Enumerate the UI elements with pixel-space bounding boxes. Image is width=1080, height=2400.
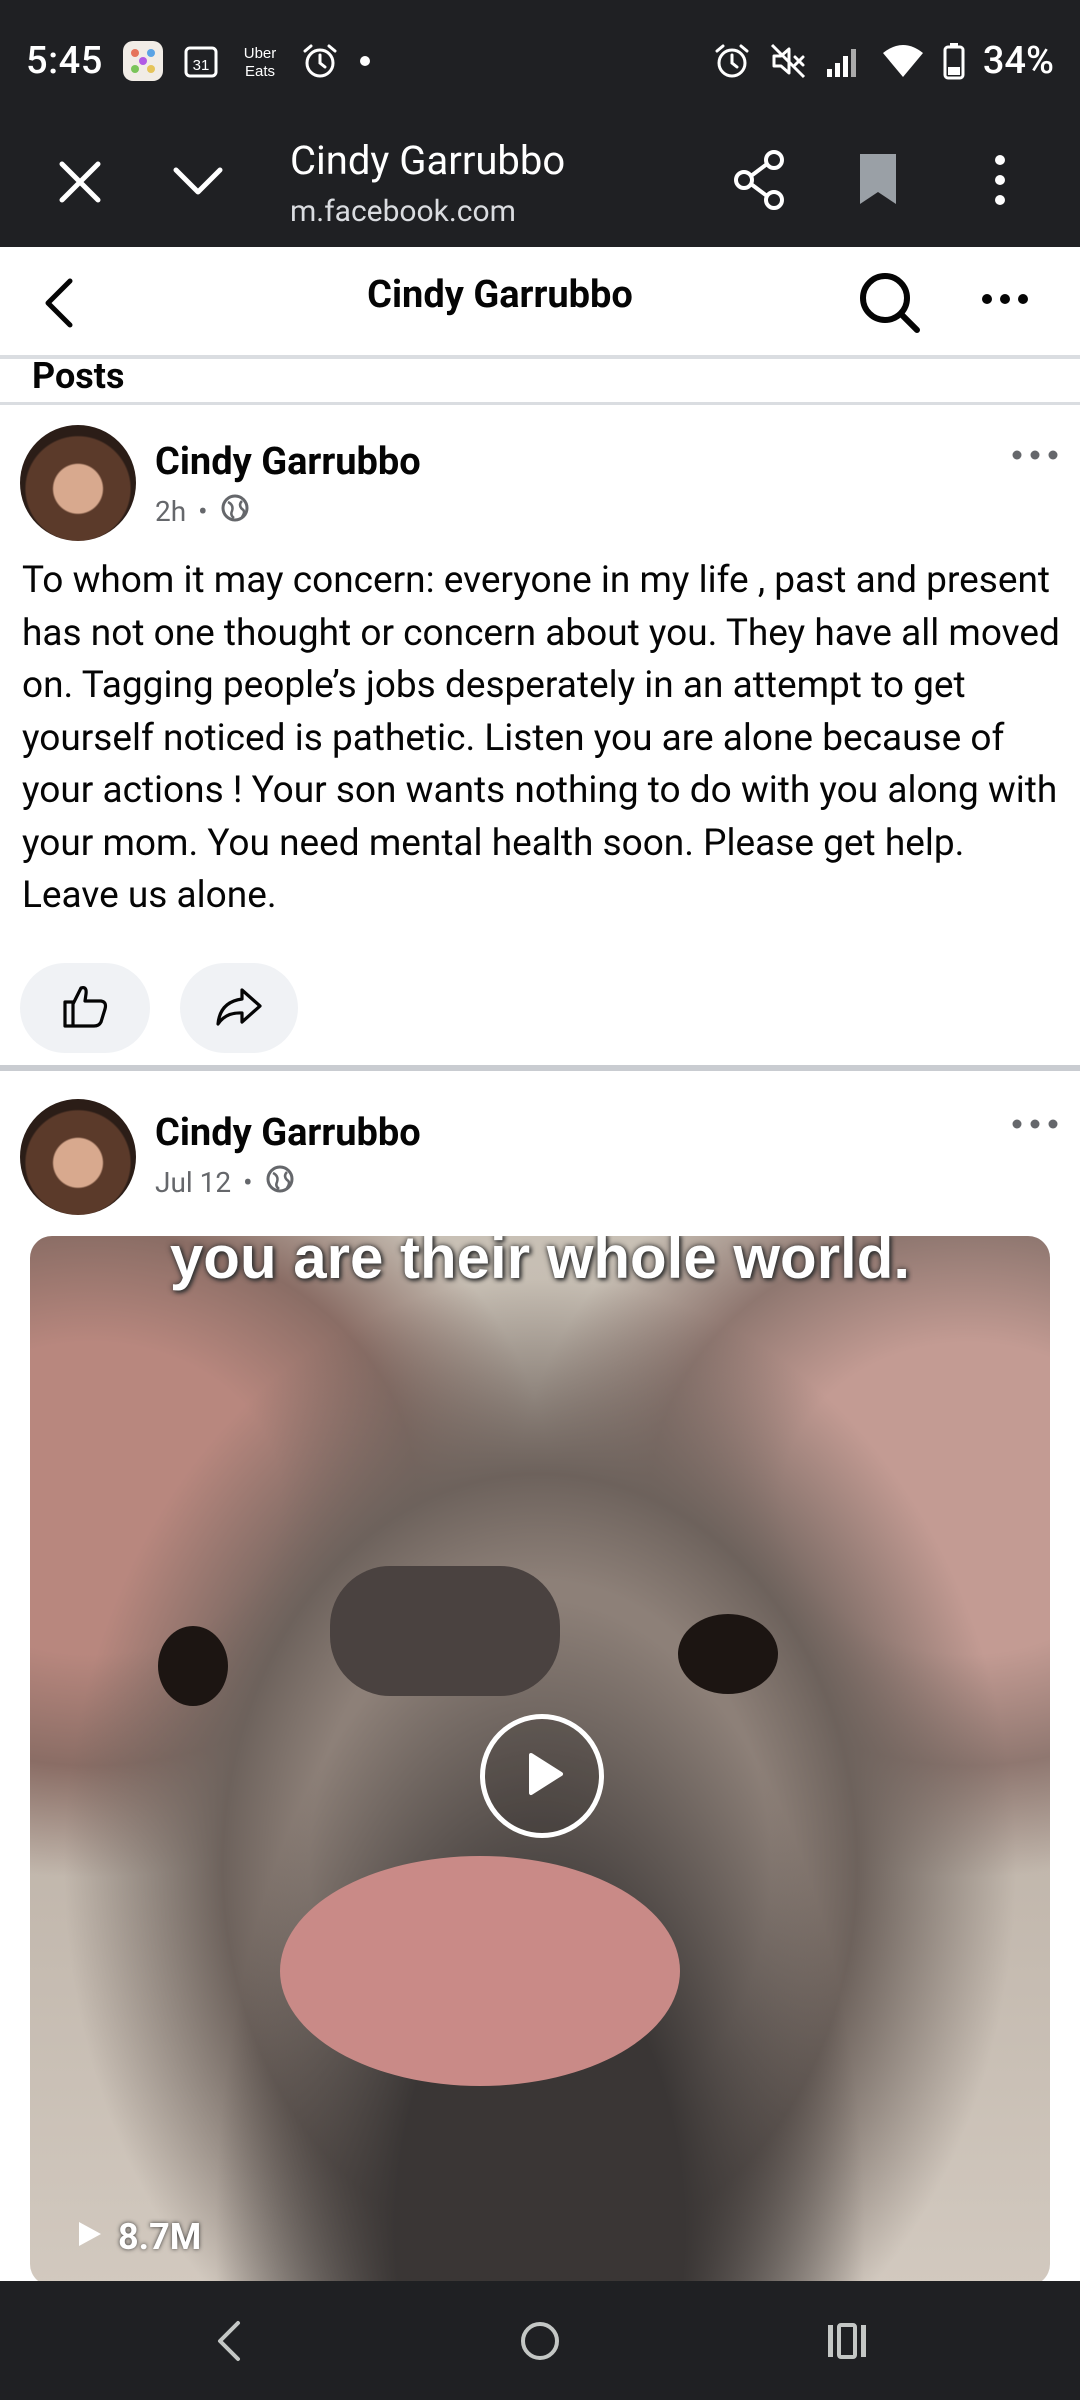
alarm-icon	[713, 42, 751, 80]
dog-mouth	[280, 1856, 680, 2086]
posts-section-header: Posts	[0, 355, 1080, 405]
nav-recents-icon[interactable]	[824, 2317, 870, 2369]
photos-icon	[121, 39, 165, 83]
post-options-icon[interactable]	[1010, 1116, 1060, 1136]
globe-icon	[265, 1164, 295, 1201]
posts-label: Posts	[32, 355, 125, 397]
svg-text:Uber: Uber	[244, 45, 277, 62]
play-small-icon	[74, 2216, 104, 2258]
close-icon[interactable]	[52, 154, 108, 214]
post: Cindy Garrubbo Jul 12 • you are their wh…	[0, 1071, 1080, 2286]
bookmark-icon[interactable]	[856, 150, 900, 214]
status-right: 34%	[713, 39, 1054, 83]
signal-icon	[825, 43, 863, 79]
separator-dot: •	[243, 1166, 253, 1199]
status-left: 5:45 31 Uber Eats	[26, 39, 373, 83]
browser-title-block: Cindy Garrubbo m.facebook.com	[290, 130, 565, 232]
nav-back-icon[interactable]	[210, 2317, 250, 2369]
browser-page-title: Cindy Garrubbo	[290, 137, 566, 184]
play-button[interactable]	[480, 1714, 604, 1838]
video-caption: you are their whole world.	[169, 1236, 911, 1291]
post-meta: Jul 12 •	[155, 1164, 295, 1201]
view-count: 8.7M	[74, 2216, 201, 2258]
dog-eye-left	[158, 1626, 228, 1706]
avatar[interactable]	[20, 425, 136, 541]
chevron-down-icon[interactable]	[170, 160, 226, 208]
share-arrow-icon	[214, 984, 264, 1032]
alarm-icon	[301, 42, 339, 80]
post-author[interactable]: Cindy Garrubbo	[155, 1111, 421, 1155]
dog-nose	[330, 1566, 560, 1696]
page-title: Cindy Garrubbo	[367, 273, 633, 317]
search-icon[interactable]	[858, 271, 922, 339]
wifi-icon	[881, 43, 925, 79]
post-author[interactable]: Cindy Garrubbo	[155, 440, 421, 484]
battery-icon	[943, 42, 965, 80]
post-text: To whom it may concern: everyone in my l…	[22, 559, 1060, 917]
view-count-value: 8.7M	[118, 2216, 202, 2258]
more-vertical-icon[interactable]	[980, 150, 1020, 214]
share-icon[interactable]	[732, 148, 788, 216]
post-time[interactable]: Jul 12	[155, 1166, 231, 1199]
nav-home-icon[interactable]	[518, 2317, 562, 2369]
video-thumbnail[interactable]: you are their whole world. 8.7M	[30, 1236, 1050, 2286]
post-meta: 2h •	[155, 493, 250, 530]
uber-eats-icon: Uber Eats	[237, 41, 283, 81]
share-button[interactable]	[180, 963, 298, 1053]
svg-text:Eats: Eats	[245, 63, 275, 80]
separator-dot: •	[198, 495, 208, 528]
play-icon	[515, 1747, 569, 1805]
avatar[interactable]	[20, 1099, 136, 1215]
fb-header: Cindy Garrubbo	[0, 247, 1080, 359]
browser-toolbar: Cindy Garrubbo m.facebook.com	[0, 122, 1080, 247]
more-horizontal-icon[interactable]	[980, 291, 1030, 311]
globe-icon	[220, 493, 250, 530]
calendar-icon: 31	[183, 43, 219, 79]
status-bar: 5:45 31 Uber Eats 34%	[0, 0, 1080, 122]
mute-icon	[769, 42, 807, 80]
battery-level: 34%	[982, 39, 1054, 83]
system-nav-bar	[0, 2281, 1080, 2400]
calendar-day: 31	[192, 57, 209, 74]
notification-dot-icon	[357, 53, 373, 69]
post-time[interactable]: 2h	[155, 495, 186, 528]
status-time: 5:45	[26, 39, 103, 83]
dog-eye-right	[678, 1614, 778, 1694]
post-options-icon[interactable]	[1010, 447, 1060, 467]
post: Cindy Garrubbo 2h • To whom it may conce…	[0, 405, 1080, 1071]
browser-url: m.facebook.com	[290, 194, 516, 229]
like-button[interactable]	[20, 963, 150, 1053]
like-icon	[59, 980, 111, 1036]
